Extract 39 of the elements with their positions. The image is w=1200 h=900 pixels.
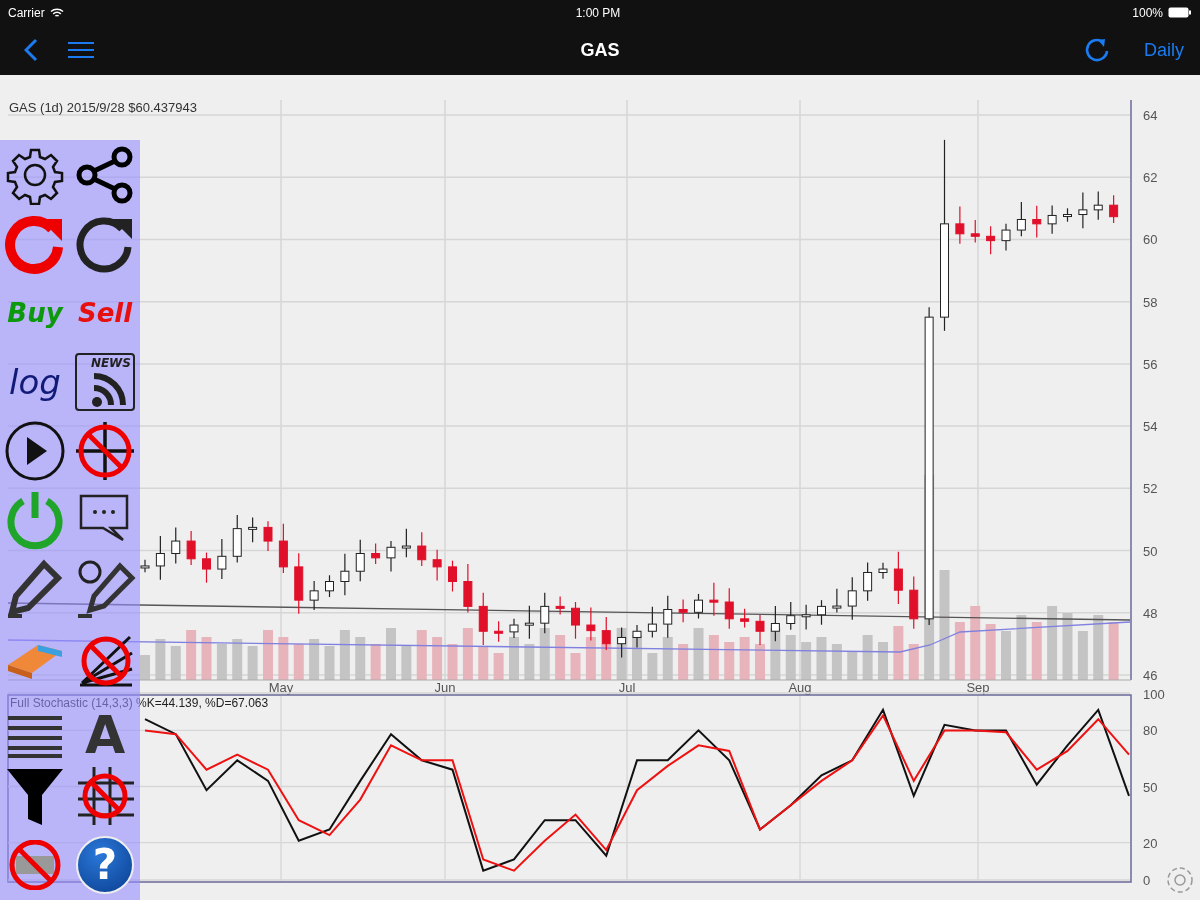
back-button[interactable] — [24, 38, 38, 62]
axis-label: 52 — [1143, 481, 1158, 497]
chart-header: Full Stochastic (14,3,3) %K=44.139, %D=67.063 — [10, 696, 269, 710]
menu-button[interactable] — [68, 41, 94, 59]
battery-icon — [1168, 7, 1192, 18]
axis-label: May — [268, 680, 294, 695]
axis-label: 100 — [1143, 687, 1165, 702]
axis-label: Sep — [966, 680, 990, 695]
help-button[interactable]: ? — [76, 835, 134, 894]
clock-label: 1:00 PM — [575, 5, 621, 20]
chart-header: GAS (1d) 2015/9/28 $60.437943 — [9, 100, 197, 115]
axis-label: 46 — [1143, 668, 1158, 683]
horizontal-lines-button[interactable] — [6, 715, 64, 759]
axis-label: 60 — [1143, 232, 1158, 248]
axis-label: Aug — [788, 680, 812, 695]
axis-label: 64 — [1143, 108, 1158, 123]
axis-label: Jun — [434, 680, 456, 695]
axis-label: 80 — [1143, 723, 1158, 739]
play-button[interactable] — [4, 419, 66, 482]
wifi-icon — [49, 7, 64, 18]
axis-label: 62 — [1143, 170, 1158, 186]
axis-label: 58 — [1143, 294, 1158, 310]
axis-label: 54 — [1143, 419, 1158, 435]
refresh-button[interactable] — [1084, 37, 1110, 63]
nav-title: GAS — [580, 39, 620, 61]
news-button[interactable]: NEWS — [75, 352, 135, 411]
carrier-label: Carrier — [8, 5, 45, 20]
period-button[interactable]: Daily — [1140, 39, 1188, 61]
log-scale-button[interactable]: log — [9, 361, 61, 402]
axis-label: Jul — [618, 680, 636, 695]
axis-label: 20 — [1143, 835, 1158, 851]
axis-label: 50 — [1143, 543, 1158, 559]
text-tool-button[interactable]: A — [84, 711, 126, 759]
axis-label: 48 — [1143, 605, 1158, 621]
battery-label: 100% — [1132, 5, 1163, 20]
axis-label: 0 — [1143, 873, 1151, 888]
axis-label: 56 — [1143, 356, 1158, 372]
axis-label: 50 — [1143, 779, 1158, 795]
crosshair-off-button[interactable] — [74, 419, 136, 482]
